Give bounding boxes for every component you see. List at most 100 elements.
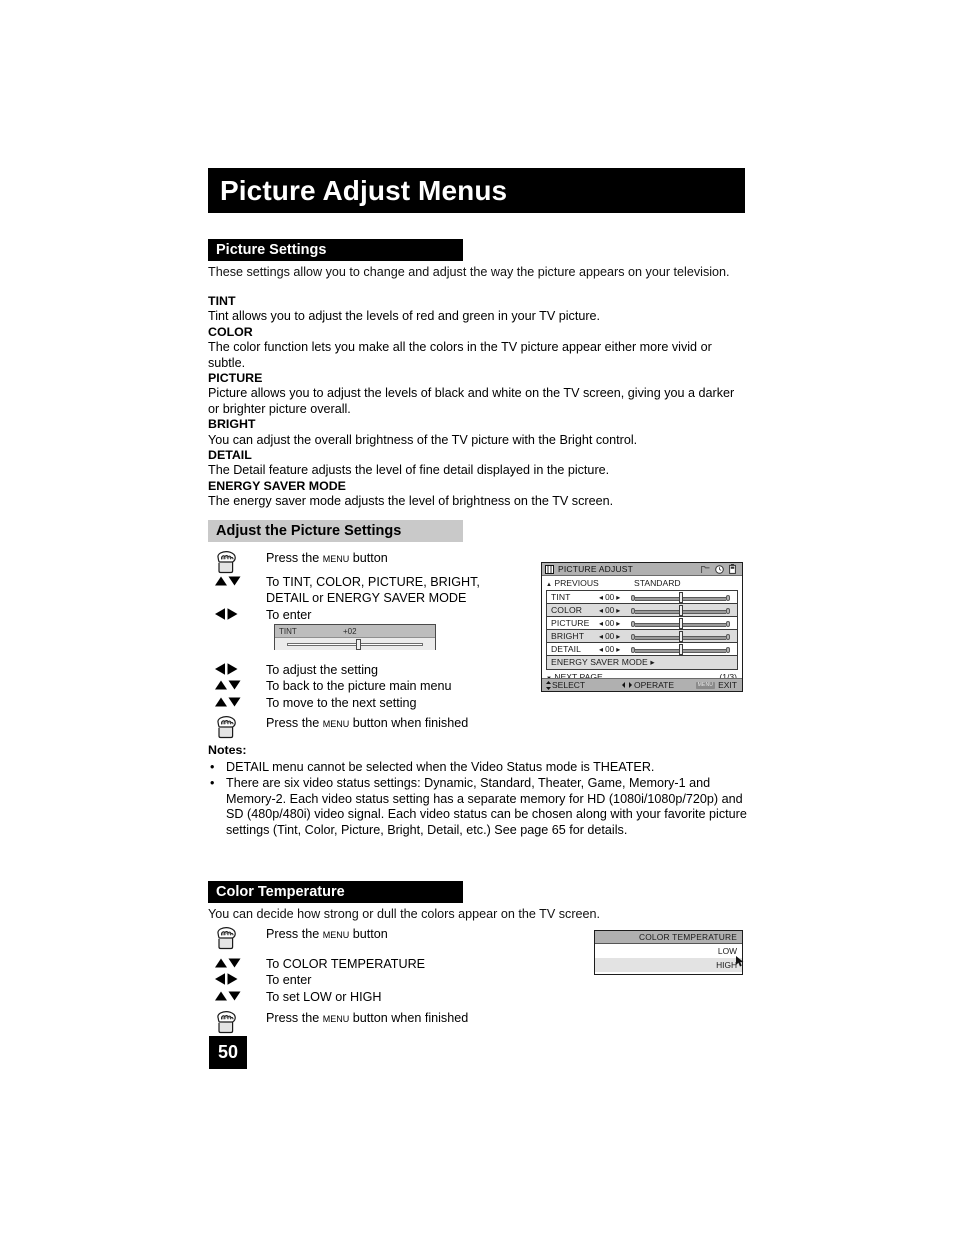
adjust-steps-before-graphic: Press the Menu button To TINT, COLOR, PI…: [210, 550, 530, 623]
hand-press-button-icon: [210, 926, 266, 950]
osd-row-slider[interactable]: [631, 592, 730, 603]
osd-color-temperature: COLOR TEMPERATURE LOW HIGH: [594, 930, 744, 975]
osd-color-temperature-title: COLOR TEMPERATURE: [595, 931, 742, 944]
slider-cap-left: [631, 621, 635, 627]
osd-row-slider[interactable]: [631, 644, 730, 655]
slider-cap-left: [631, 647, 635, 653]
slider-thumb[interactable]: [678, 618, 683, 629]
battery-icon: [729, 564, 736, 574]
slider-thumb[interactable]: [678, 631, 683, 642]
osd-setting-rows: TINT ◂ 00 ▸ COLOR ◂ 00 ▸ PICTURE ◂ 00 ▸ …: [546, 590, 738, 670]
osd-row-detail[interactable]: DETAIL ◂ 00 ▸: [547, 643, 737, 656]
osd-picture-adjust: PICTURE ADJUST ▲ PREVIOUS STANDARD TINT …: [541, 562, 743, 692]
osd-row-name: BRIGHT: [551, 631, 585, 641]
step-row: To enter: [210, 972, 540, 988]
definition-description: The energy saver mode adjusts the level …: [208, 494, 614, 509]
menu-button-chip: MENU: [695, 681, 716, 689]
mouse-cursor-icon: [736, 956, 744, 967]
osd-footer-operate[interactable]: OPERATE: [622, 680, 674, 690]
osd-row-slider[interactable]: [631, 618, 730, 629]
step-label: Press the Menu button: [266, 926, 388, 942]
osd-row-color[interactable]: COLOR ◂ 00 ▸: [547, 604, 737, 617]
left-caret-icon: ◂: [599, 632, 604, 641]
up-down-arrows-icon: [210, 574, 266, 588]
slider-thumb[interactable]: [678, 605, 683, 616]
osd-footer-bar: SELECT OPERATE MENU EXIT: [542, 678, 742, 691]
up-down-arrow-small-icon: [546, 680, 551, 690]
left-caret-icon: ◂: [599, 645, 604, 654]
slider-thumb[interactable]: [678, 644, 683, 655]
osd-row-picture[interactable]: PICTURE ◂ 00 ▸: [547, 617, 737, 630]
osd-row-slider[interactable]: [631, 631, 730, 642]
up-triangle-icon: ▲: [546, 582, 552, 588]
definition-description: Picture allows you to adjust the levels …: [208, 386, 735, 416]
osd-previous-label: ▲ PREVIOUS: [546, 578, 599, 588]
clock-icon: [715, 564, 724, 574]
definition-description: The Detail feature adjusts the level of …: [208, 463, 610, 478]
step-label: Press the Menu button: [266, 550, 388, 566]
osd-row-value-text: 00: [605, 644, 615, 654]
step-text-suffix: button when finished: [349, 1010, 469, 1025]
osd-row-value: ◂ 00 ▸: [599, 631, 621, 642]
section-header-picture-settings: Picture Settings: [208, 239, 463, 261]
right-caret-icon: ▸: [616, 632, 621, 641]
step-text-prefix: Press the: [266, 715, 323, 730]
left-right-arrows-icon: [210, 662, 266, 676]
up-down-arrows-icon: [210, 695, 266, 709]
slider-cap-left: [631, 634, 635, 640]
slider-thumb[interactable]: [678, 592, 683, 603]
right-caret-icon: ▸: [616, 645, 621, 654]
right-caret-icon: ▸: [616, 619, 621, 628]
step-text-prefix: Press the: [266, 927, 323, 941]
osd-row-energy-saver-mode[interactable]: ENERGY SAVER MODE ▸: [547, 656, 737, 669]
osd-row-name: COLOR: [551, 605, 583, 615]
osd-row-tint[interactable]: TINT ◂ 00 ▸: [547, 591, 737, 604]
definition-description: Tint allows you to adjust the levels of …: [208, 309, 601, 324]
note-item: • There are six video status settings: D…: [208, 776, 748, 838]
tint-slider-graphic: TINT +02: [274, 624, 436, 650]
osd-option-label: HIGH: [716, 960, 737, 970]
tint-graphic-thumb: [356, 639, 361, 650]
hand-press-button-icon: [210, 715, 266, 739]
menu-keyword: Menu: [322, 551, 350, 565]
osd-title-label: PICTURE ADJUST: [558, 564, 634, 574]
osd-color-temperature-option-high[interactable]: HIGH: [595, 956, 744, 972]
step-text-suffix: button: [349, 927, 388, 941]
up-down-arrows-icon: [210, 989, 266, 1003]
osd-footer-exit[interactable]: MENU EXIT: [695, 680, 737, 690]
step-label: Press the Menu button when finished: [266, 1010, 468, 1026]
slider-cap-left: [631, 595, 635, 601]
step-row: To COLOR TEMPERATURE: [210, 956, 540, 972]
osd-row-value-text: 00: [605, 605, 615, 615]
step-row: To enter: [210, 607, 530, 623]
step-text-prefix: Press the: [266, 551, 323, 565]
section-header-label: Picture Settings: [216, 242, 327, 258]
document-page: Picture Adjust Menus Picture Settings Th…: [0, 0, 954, 1235]
definition-item: DETAIL The Detail feature adjusts the le…: [208, 448, 746, 479]
tint-graphic-track: [287, 643, 423, 646]
osd-row-value: ◂ 00 ▸: [599, 618, 621, 629]
slider-cap-right: [726, 621, 730, 627]
osd-previous-row[interactable]: ▲ PREVIOUS STANDARD: [542, 576, 742, 590]
adjust-steps-after-graphic: To adjust the setting To back to the pic…: [210, 662, 530, 739]
definition-term: PICTURE: [208, 371, 263, 386]
tint-graphic-body: [275, 638, 435, 650]
bullet-icon: •: [210, 776, 215, 791]
left-caret-icon: ◂: [599, 619, 604, 628]
page-number: 50: [209, 1036, 247, 1069]
section-header-label: Color Temperature: [216, 884, 345, 900]
left-right-arrows-icon: [210, 607, 266, 621]
page-title: Picture Adjust Menus: [220, 174, 508, 206]
osd-row-slider[interactable]: [631, 605, 730, 616]
tint-graphic-name: TINT: [279, 626, 297, 636]
osd-title-icon-group: [701, 564, 739, 574]
color-temperature-steps: Press the Menu button To COLOR TEMPERATU…: [210, 926, 540, 1034]
definition-term: ENERGY SAVER MODE: [208, 478, 346, 493]
note-text: There are six video status settings: Dyn…: [226, 776, 747, 837]
osd-row-bright[interactable]: BRIGHT ◂ 00 ▸: [547, 630, 737, 643]
osd-footer-select[interactable]: SELECT: [546, 680, 585, 690]
osd-row-name: PICTURE: [551, 618, 590, 628]
step-row: To set LOW or HIGH: [210, 989, 540, 1005]
osd-color-temperature-option-low[interactable]: LOW: [595, 944, 742, 958]
osd-title-bar: PICTURE ADJUST: [542, 563, 742, 576]
